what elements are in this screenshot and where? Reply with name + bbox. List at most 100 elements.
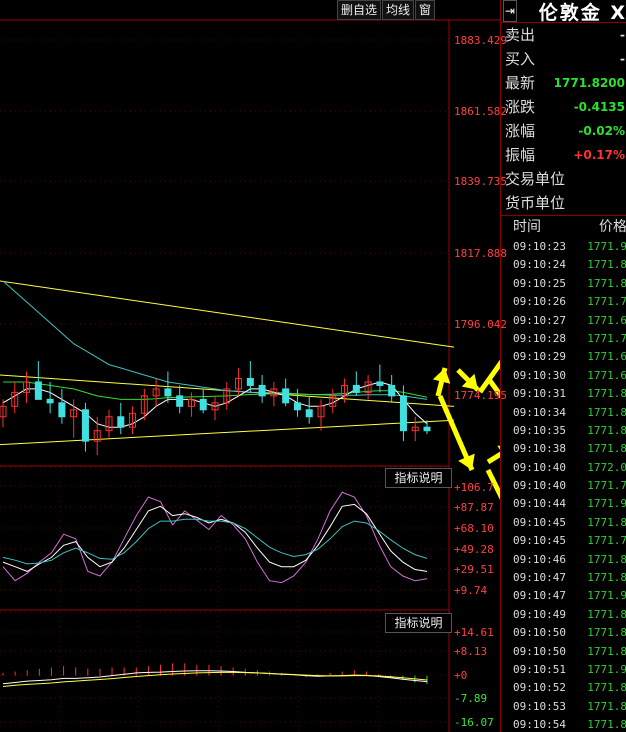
tick-row: 09:10:30 1771.6 (501, 367, 626, 385)
candle-body (176, 395, 184, 407)
candle-body (117, 416, 125, 428)
annotation-arrows (432, 359, 500, 500)
candle-body (305, 409, 313, 418)
tick-row: 09:10:49 1771.8 (501, 606, 626, 624)
quote-rows: 卖出 - 买入 - 最新 1771.8200 涨跌 -0.4135 涨幅 -0.02% 振幅 +0.1… (501, 23, 626, 167)
tick-time: 09:10:26 (513, 295, 566, 309)
quote-label: 买入 (505, 50, 536, 68)
tick-time: 09:10:54 (513, 718, 566, 732)
tick-price: 1771.8 (587, 626, 626, 640)
tick-time: 09:10:45 (513, 515, 566, 529)
tick-row: 09:10:46 1771.8 (501, 551, 626, 569)
time-column-header: 时间 (513, 219, 541, 235)
tick-price: 1771.8 (587, 681, 626, 695)
candle-body (282, 388, 290, 404)
tick-row: 09:10:26 1771.7 (501, 293, 626, 311)
tick-time: 09:10:34 (513, 405, 566, 419)
window-button[interactable]: 窗 (415, 0, 436, 20)
tick-row: 09:10:54 1771.8 (501, 716, 626, 732)
remove-watchlist-button[interactable]: 删自选 (337, 0, 382, 20)
tick-row: 09:10:27 1771.6 (501, 312, 626, 330)
tick-price: 1771.9 (587, 240, 626, 253)
tick-price: 1771.8 (587, 405, 626, 419)
tick-time: 09:10:47 (513, 589, 566, 603)
candle-body (423, 426, 431, 432)
trendlines (0, 280, 455, 446)
tick-price: 1771.8 (587, 571, 626, 585)
tick-price: 1772.0 (587, 460, 626, 474)
trendline (0, 419, 455, 446)
tick-time: 09:10:35 (513, 423, 566, 437)
tick-price: 1771.8 (587, 699, 626, 713)
tick-time: 09:10:27 (513, 313, 566, 327)
trendline (0, 280, 455, 348)
pin-panel-icon[interactable]: ⇥ (503, 0, 517, 22)
tick-price: 1771.8 (587, 423, 626, 437)
tick-price: 1771.8 (587, 442, 626, 456)
tick-row: 09:10:38 1771.8 (501, 440, 626, 458)
ind1-y-tick: +29.51 (454, 563, 494, 576)
tick-row: 09:10:47 1771.8 (501, 569, 626, 587)
tick-row: 09:10:50 1771.8 (501, 624, 626, 642)
ind1-y-tick: +106.7 (454, 481, 494, 494)
indicator1-help-button[interactable]: 指标说明 (385, 468, 452, 488)
tick-time: 09:10:47 (513, 571, 566, 585)
candle-body (376, 381, 384, 386)
tick-time: 09:10:29 (513, 350, 566, 364)
tick-time: 09:10:52 (513, 681, 566, 695)
tick-price: 1771.8 (587, 276, 626, 290)
quote-value: - (620, 52, 625, 66)
moving-average-button[interactable]: 均线 (382, 0, 415, 20)
tick-row: 09:10:40 1771.7 (501, 477, 626, 495)
tick-price: 1771.7 (587, 479, 626, 493)
tick-row: 09:10:47 1771.9 (501, 587, 626, 605)
tick-row: 09:10:31 1771.8 (501, 385, 626, 403)
ind1-y-tick: +68.10 (454, 522, 494, 535)
tick-time: 09:10:50 (513, 626, 566, 640)
annotation-arrowhead (432, 368, 451, 384)
tick-list[interactable]: 09:10:23 1771.9 09:10:24 1771.8 09:10:25 1771… (501, 238, 626, 732)
quote-label: 卖出 (505, 26, 536, 44)
tick-price: 1771.8 (587, 718, 626, 732)
candle-body (388, 384, 396, 397)
tick-time: 09:10:23 (513, 240, 566, 253)
tick-row: 09:10:45 1771.8 (501, 514, 626, 532)
tick-row: 09:10:45 1771.7 (501, 532, 626, 550)
quote-label: 涨幅 (505, 122, 536, 140)
tick-price: 1771.8 (587, 387, 626, 401)
tick-time: 09:10:49 (513, 607, 566, 621)
quote-value: - (620, 28, 625, 42)
ind2-y-tick: -16.07 (454, 716, 494, 729)
tick-time: 09:10:40 (513, 479, 566, 493)
tick-price: 1771.8 (587, 258, 626, 272)
tick-row: 09:10:34 1771.8 (501, 404, 626, 422)
info-row: 货币单位 (505, 194, 566, 212)
quote-header: ⇥ 伦敦金 X (501, 0, 626, 24)
quote-label: 振幅 (505, 146, 536, 164)
tick-price: 1771.8 (587, 644, 626, 658)
price-column-header: 价格 (599, 219, 626, 235)
tick-price: 1771.9 (587, 662, 626, 676)
indicator2-help-button[interactable]: 指标说明 (385, 613, 452, 633)
quote-value: -0.02% (578, 124, 625, 138)
quote-row: 涨跌 -0.4135 (501, 95, 626, 119)
tick-time: 09:10:50 (513, 644, 566, 658)
candle-body (46, 398, 54, 404)
quote-value: +0.17% (573, 148, 625, 162)
tick-price: 1771.8 (587, 607, 626, 621)
ind2-y-tick: -7.89 (454, 692, 488, 705)
tick-row: 09:10:24 1771.8 (501, 256, 626, 274)
tick-time: 09:10:53 (513, 699, 566, 713)
tick-row: 09:10:51 1771.9 (501, 661, 626, 679)
tick-price: 1771.9 (587, 497, 626, 511)
candle-body (352, 384, 360, 393)
indicator1-cyan-line (2, 518, 428, 565)
tick-time: 09:10:51 (513, 662, 566, 676)
tick-row: 09:10:35 1771.8 (501, 422, 626, 440)
tick-row: 09:10:25 1771.8 (501, 275, 626, 293)
tick-time: 09:10:30 (513, 368, 566, 382)
candle-body (258, 384, 266, 397)
candle-body (199, 398, 207, 411)
info-row: 交易单位 (505, 170, 566, 188)
ind1-y-tick: +87.87 (454, 501, 494, 514)
